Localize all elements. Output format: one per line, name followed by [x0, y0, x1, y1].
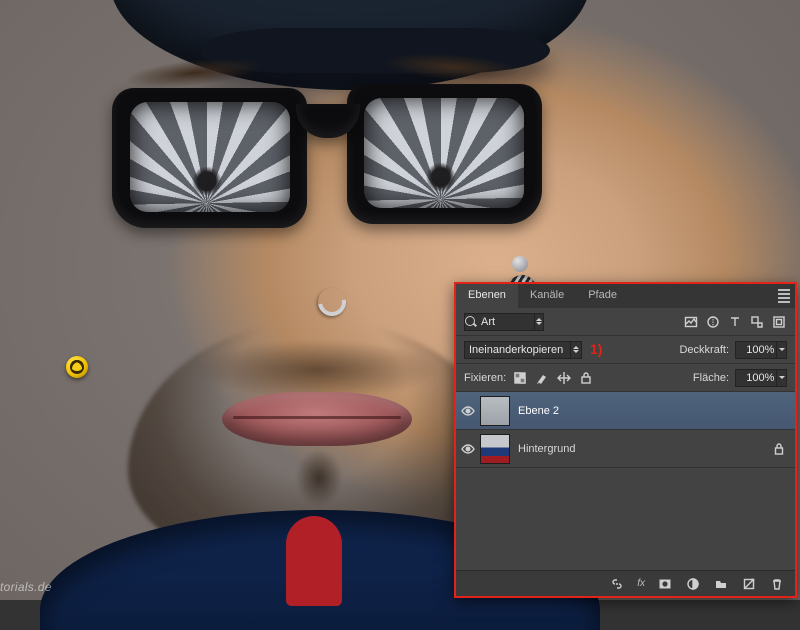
lips [222, 392, 412, 446]
add-mask-icon[interactable] [657, 576, 673, 592]
filter-smart-icon[interactable] [771, 314, 787, 330]
layer-thumbnail[interactable] [480, 396, 510, 426]
filter-pixel-icon[interactable] [683, 314, 699, 330]
fill-value [736, 372, 776, 384]
lock-icon [771, 441, 787, 457]
opacity-label: Deckkraft: [679, 344, 729, 356]
eye-icon [460, 403, 476, 419]
lock-position-icon[interactable] [556, 370, 572, 386]
layer-name[interactable]: Hintergrund [518, 443, 575, 455]
filter-row [456, 308, 795, 336]
layer-thumbnail[interactable] [480, 434, 510, 464]
layer-row[interactable]: Ebene 2 [456, 392, 795, 430]
ear-stud-left [66, 356, 88, 378]
soul-patch [296, 450, 342, 506]
new-group-icon[interactable] [713, 576, 729, 592]
search-icon [465, 314, 477, 330]
tab-paths[interactable]: Pfade [576, 284, 629, 308]
fill-label: Fläche: [693, 372, 729, 384]
blend-row: 1) Deckkraft: [456, 336, 795, 364]
filter-kind-select[interactable] [464, 313, 544, 331]
lens-right [364, 98, 524, 208]
mustache [198, 340, 438, 400]
blend-mode-select[interactable] [464, 341, 582, 359]
opacity-input[interactable] [735, 341, 787, 359]
filter-shape-icon[interactable] [749, 314, 765, 330]
new-adjustment-icon[interactable] [685, 576, 701, 592]
watermark: torials.de [0, 580, 52, 594]
ear-stud-right [512, 256, 528, 272]
panel-menu-icon[interactable] [773, 284, 795, 308]
delete-layer-icon[interactable] [769, 576, 785, 592]
fill-input[interactable] [735, 369, 787, 387]
link-layers-icon[interactable] [609, 576, 625, 592]
nose-ring [313, 283, 352, 322]
blend-mode-value [465, 344, 570, 356]
lens-left [130, 102, 290, 212]
panel-footer: fx [456, 570, 795, 596]
new-layer-icon[interactable] [741, 576, 757, 592]
dropdown-icon[interactable] [776, 342, 786, 358]
stepper-icon[interactable] [534, 314, 543, 330]
lock-all-icon[interactable] [578, 370, 594, 386]
lock-pixels-icon[interactable] [534, 370, 550, 386]
filter-adjust-icon[interactable] [705, 314, 721, 330]
lock-transparency-icon[interactable] [512, 370, 528, 386]
layer-row[interactable]: Hintergrund [456, 430, 795, 468]
dropdown-icon[interactable] [776, 370, 786, 386]
layers-panel: Ebenen Kanäle Pfade 1) De [454, 282, 797, 598]
layer-list: Ebene 2 Hintergrund [456, 392, 795, 552]
layer-name[interactable]: Ebene 2 [518, 405, 559, 417]
layer-fx-button[interactable]: fx [637, 578, 645, 589]
panel-tabs: Ebenen Kanäle Pfade [456, 284, 795, 308]
lock-row: Fixieren: Fläche: [456, 364, 795, 392]
filter-kind-value [477, 316, 534, 328]
visibility-toggle[interactable] [456, 441, 480, 457]
tab-channels[interactable]: Kanäle [518, 284, 576, 308]
visibility-toggle[interactable] [456, 403, 480, 419]
filter-type-icon[interactable] [727, 314, 743, 330]
stepper-icon[interactable] [570, 342, 581, 358]
opacity-value [736, 344, 776, 356]
lock-label: Fixieren: [464, 372, 506, 384]
sunglasses [112, 78, 542, 238]
tab-layers[interactable]: Ebenen [456, 284, 518, 308]
canvas: torials.de Ebenen Kanäle Pfade [0, 0, 800, 600]
eye-icon [460, 441, 476, 457]
annotation-1: 1) [590, 341, 602, 357]
